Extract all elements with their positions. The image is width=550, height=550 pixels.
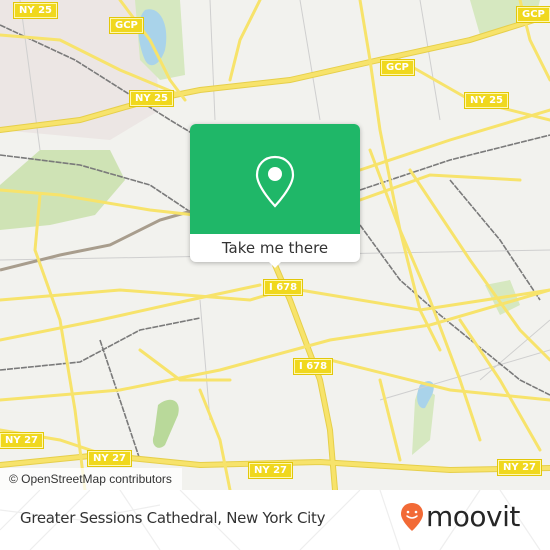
footer-bar: Greater Sessions Cathedral, New York Cit… <box>0 490 550 550</box>
route-shield: NY 27 <box>86 450 133 467</box>
route-shield: GCP <box>380 59 415 76</box>
place-title: Greater Sessions Cathedral, New York Cit… <box>20 509 326 527</box>
route-shield: NY 27 <box>0 432 45 449</box>
map-attribution[interactable]: © OpenStreetMap contributors <box>0 468 182 490</box>
popup-header[interactable] <box>190 124 360 234</box>
route-shield: GCP <box>516 6 550 23</box>
moovit-pin-icon <box>401 503 423 531</box>
route-shield: NY 25 <box>128 90 175 107</box>
directions-popup[interactable]: Take me there <box>190 124 360 268</box>
brand-wordmark: moovit <box>426 500 520 533</box>
route-shield: NY 25 <box>463 92 510 109</box>
park-area <box>0 150 125 230</box>
route-shield: NY 27 <box>247 462 294 479</box>
map-view[interactable]: NY 25 GCP NY 25 GCP GCP NY 25 I 678 I 67… <box>0 0 550 490</box>
route-shield: NY 25 <box>12 2 59 19</box>
popup-pointer <box>267 260 283 268</box>
map-pin-icon <box>255 155 295 208</box>
racetrack-park <box>152 399 179 448</box>
route-shield: I 678 <box>292 358 334 375</box>
route-shield: GCP <box>109 17 144 34</box>
take-me-there-button[interactable]: Take me there <box>190 234 360 262</box>
moovit-logo[interactable]: moovit <box>400 502 520 532</box>
route-shield: I 678 <box>262 279 304 296</box>
route-shield: NY 27 <box>496 459 543 476</box>
